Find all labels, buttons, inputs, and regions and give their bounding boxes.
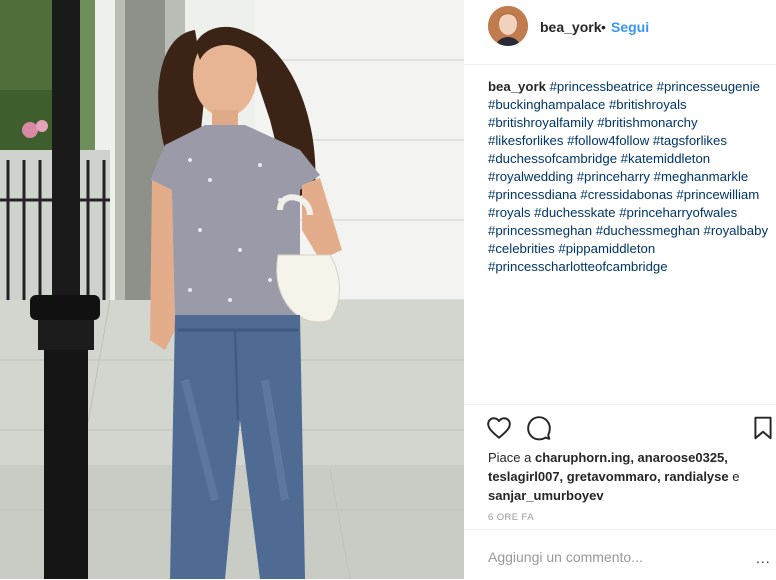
post-header: bea_york • Segui xyxy=(464,0,776,65)
author-username[interactable]: bea_york xyxy=(540,19,601,35)
avatar-image xyxy=(488,6,528,46)
post-sidebar: bea_york • Segui bea_york #princessbeatr… xyxy=(464,0,776,579)
likes-prefix: Piace a xyxy=(488,450,532,465)
comment-section: ... xyxy=(464,529,776,580)
bookmark-icon[interactable] xyxy=(750,415,776,441)
post-caption: bea_york #princessbeatrice #princesseuge… xyxy=(488,78,772,276)
photo-illustration xyxy=(0,0,464,579)
caption-username[interactable]: bea_york xyxy=(488,79,546,94)
likes-conjunction: e xyxy=(732,469,740,484)
post-photo[interactable] xyxy=(0,0,464,579)
comment-input[interactable] xyxy=(488,549,738,565)
more-options-icon[interactable]: ... xyxy=(756,550,771,566)
heart-icon[interactable] xyxy=(486,415,512,441)
post-timestamp[interactable]: 6 ORE FA xyxy=(488,512,534,523)
likes-summary: Piace a charuphorn.ing, anaroose0325, te… xyxy=(488,448,768,505)
separator-dot: • xyxy=(601,19,606,35)
caption-hashtags[interactable]: #princessbeatrice #princesseugenie #buck… xyxy=(488,79,768,274)
avatar[interactable] xyxy=(488,6,528,46)
comment-icon[interactable] xyxy=(526,415,552,441)
likes-last-user[interactable]: sanjar_umurboyev xyxy=(488,488,604,503)
follow-button[interactable]: Segui xyxy=(611,19,649,35)
